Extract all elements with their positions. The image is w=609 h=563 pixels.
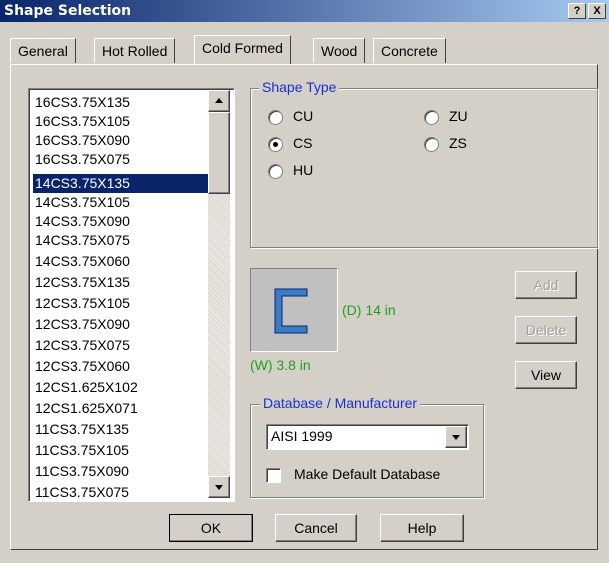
- list-item[interactable]: 12CS1.625X102: [33, 378, 215, 397]
- ok-button[interactable]: OK: [169, 514, 253, 542]
- database-select[interactable]: AISI 1999: [266, 424, 469, 450]
- list-item[interactable]: 11CS3.75X135: [33, 420, 215, 439]
- list-item[interactable]: 12CS3.75X135: [33, 273, 215, 292]
- list-item[interactable]: 12CS3.75X060: [33, 357, 215, 376]
- tab-general[interactable]: General: [10, 38, 76, 63]
- shape-type-title: Shape Type: [259, 79, 340, 95]
- scroll-down-button[interactable]: [208, 476, 230, 498]
- radio-hu-label: HU: [293, 162, 314, 178]
- list-item[interactable]: 14CS3.75X105: [33, 193, 215, 212]
- radio-zs-label: ZS: [449, 135, 467, 151]
- list-scrollbar[interactable]: [208, 90, 230, 498]
- database-group: [250, 404, 484, 498]
- tab-concrete[interactable]: Concrete: [373, 38, 446, 63]
- list-item[interactable]: 14CS3.75X090: [33, 212, 215, 231]
- radio-zu[interactable]: [424, 110, 439, 125]
- help-button[interactable]: Help: [380, 514, 464, 542]
- tab-hot-rolled[interactable]: Hot Rolled: [94, 38, 176, 63]
- default-database-label: Make Default Database: [294, 466, 441, 482]
- radio-cu-label: CU: [293, 108, 314, 124]
- list-item[interactable]: 16CS3.75X075: [33, 150, 215, 169]
- list-item[interactable]: 16CS3.75X105: [33, 112, 215, 131]
- view-button[interactable]: View: [515, 361, 577, 389]
- radio-cu[interactable]: [268, 110, 283, 125]
- dropdown-button[interactable]: [445, 426, 467, 448]
- list-item[interactable]: 12CS3.75X105: [33, 294, 215, 313]
- close-title-button[interactable]: X: [588, 3, 606, 19]
- add-button[interactable]: Add: [515, 271, 577, 299]
- list-item[interactable]: 12CS3.75X075: [33, 336, 215, 355]
- list-item[interactable]: 14CS3.75X060: [33, 252, 215, 271]
- list-item[interactable]: 11CS3.75X090: [33, 462, 215, 481]
- depth-label: (D) 14 in: [342, 302, 396, 318]
- list-item[interactable]: 11CS3.75X075: [33, 483, 215, 501]
- radio-zs[interactable]: [424, 137, 439, 152]
- radio-cs-label: CS: [293, 135, 313, 151]
- radio-hu[interactable]: [268, 164, 283, 179]
- help-title-button[interactable]: ?: [568, 3, 586, 19]
- title-bar: Shape Selection ? X: [0, 0, 609, 22]
- scroll-up-button[interactable]: [208, 90, 230, 112]
- width-label: (W) 3.8 in: [250, 357, 311, 373]
- list-item[interactable]: 12CS3.75X090: [33, 315, 215, 334]
- chevron-down-icon: [452, 435, 460, 440]
- database-title: Database / Manufacturer: [260, 395, 421, 411]
- list-item[interactable]: 11CS3.75X105: [33, 441, 215, 460]
- arrow-down-icon: [215, 485, 223, 490]
- list-item[interactable]: 14CS3.75X075: [33, 231, 215, 250]
- radio-selected-dot: [273, 142, 278, 147]
- tab-cold-formed[interactable]: Cold Formed: [194, 35, 291, 64]
- delete-button[interactable]: Delete: [515, 316, 577, 344]
- list-item[interactable]: 16CS3.75X135: [33, 93, 215, 112]
- default-database-checkbox[interactable]: [266, 468, 281, 483]
- c-channel-icon: [274, 288, 308, 334]
- shape-listbox[interactable]: 16CS3.75X135 16CS3.75X105 16CS3.75X090 1…: [28, 88, 235, 502]
- cancel-button[interactable]: Cancel: [275, 514, 357, 542]
- database-select-value: AISI 1999: [271, 428, 333, 444]
- list-item[interactable]: 16CS3.75X090: [33, 131, 215, 150]
- arrow-up-icon: [215, 98, 223, 103]
- shape-preview: [250, 268, 338, 352]
- scroll-thumb[interactable]: [208, 112, 230, 194]
- tab-wood[interactable]: Wood: [313, 38, 366, 63]
- radio-cs[interactable]: [268, 137, 283, 152]
- window-title: Shape Selection: [4, 3, 132, 19]
- list-item-selected[interactable]: 14CS3.75X135: [33, 174, 215, 193]
- list-item[interactable]: 12CS1.625X071: [33, 399, 215, 418]
- radio-zu-label: ZU: [449, 108, 468, 124]
